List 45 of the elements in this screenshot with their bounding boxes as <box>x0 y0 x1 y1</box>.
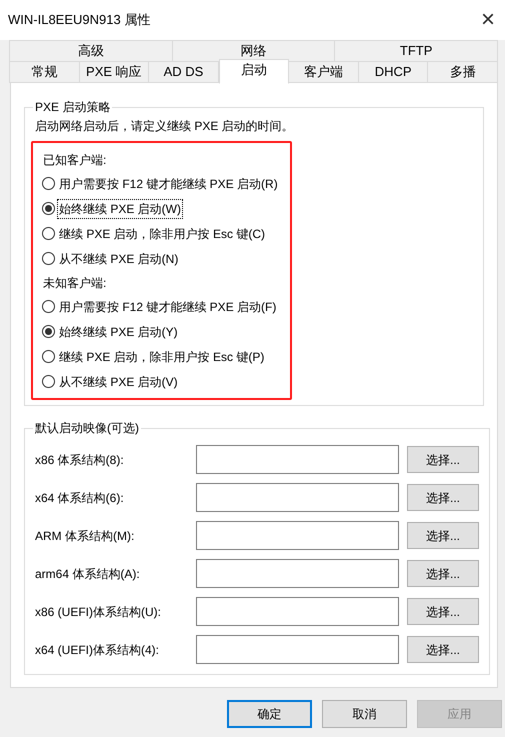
field-label: x86 体系结构(8): <box>35 452 125 468</box>
path-field[interactable] <box>196 521 399 550</box>
window-title: WIN-IL8EEU9N913 属性 <box>8 11 150 30</box>
radio-label[interactable]: 始终继续 PXE 启动(Y) <box>58 322 179 340</box>
radio-button[interactable] <box>42 252 55 265</box>
radio-button[interactable] <box>42 227 55 240</box>
browse-button[interactable]: 选择... <box>407 598 479 625</box>
path-field[interactable] <box>196 559 399 588</box>
radio-button[interactable] <box>42 177 55 190</box>
group-label: 未知客户端: <box>43 275 108 292</box>
group-label: 已知客户端: <box>43 152 108 169</box>
group-title: 默认启动映像(可选) <box>34 420 140 437</box>
browse-button[interactable]: 选择... <box>407 636 479 663</box>
tab[interactable]: 高级 <box>9 40 173 62</box>
field-label: ARM 体系结构(M): <box>35 528 136 544</box>
radio-label[interactable]: 从不继续 PXE 启动(N) <box>58 250 180 268</box>
close-button[interactable]: × <box>478 8 497 32</box>
description-text: 启动网络启动后，请定义继续 PXE 启动的时间。 <box>35 118 295 135</box>
radio-button[interactable] <box>42 300 55 313</box>
field-label: x86 (UEFI)体系结构(U): <box>35 604 162 620</box>
radio-label[interactable]: 继续 PXE 启动，除非用户按 Esc 键(C) <box>58 224 266 242</box>
path-field[interactable] <box>196 597 399 626</box>
group-title: PXE 启动策略 <box>34 99 112 116</box>
dialog-button[interactable]: 取消 <box>322 700 407 728</box>
dialog-button[interactable]: 确定 <box>227 700 312 728</box>
radio-button[interactable] <box>42 375 55 388</box>
radio-label[interactable]: 从不继续 PXE 启动(V) <box>58 372 179 390</box>
browse-button[interactable]: 选择... <box>407 484 479 511</box>
browse-button[interactable]: 选择... <box>407 560 479 587</box>
radio-label[interactable]: 用户需要按 F12 键才能继续 PXE 启动(R) <box>58 174 279 192</box>
field-label: arm64 体系结构(A): <box>35 566 141 582</box>
radio-label[interactable]: 用户需要按 F12 键才能继续 PXE 启动(F) <box>58 298 278 316</box>
path-field[interactable] <box>196 635 399 664</box>
field-label: x64 体系结构(6): <box>35 490 125 506</box>
radio-button[interactable] <box>42 325 55 338</box>
radio-label[interactable]: 继续 PXE 启动，除非用户按 Esc 键(P) <box>58 348 266 366</box>
path-field[interactable] <box>196 483 399 512</box>
tab[interactable]: 启动 <box>218 59 290 84</box>
radio-label[interactable]: 始终继续 PXE 启动(W) <box>58 200 182 218</box>
path-field[interactable] <box>196 445 399 474</box>
browse-button[interactable]: 选择... <box>407 446 479 473</box>
radio-button[interactable] <box>42 350 55 363</box>
field-label: x64 (UEFI)体系结构(4): <box>35 642 160 658</box>
radio-button[interactable] <box>42 202 55 215</box>
browse-button[interactable]: 选择... <box>407 522 479 549</box>
